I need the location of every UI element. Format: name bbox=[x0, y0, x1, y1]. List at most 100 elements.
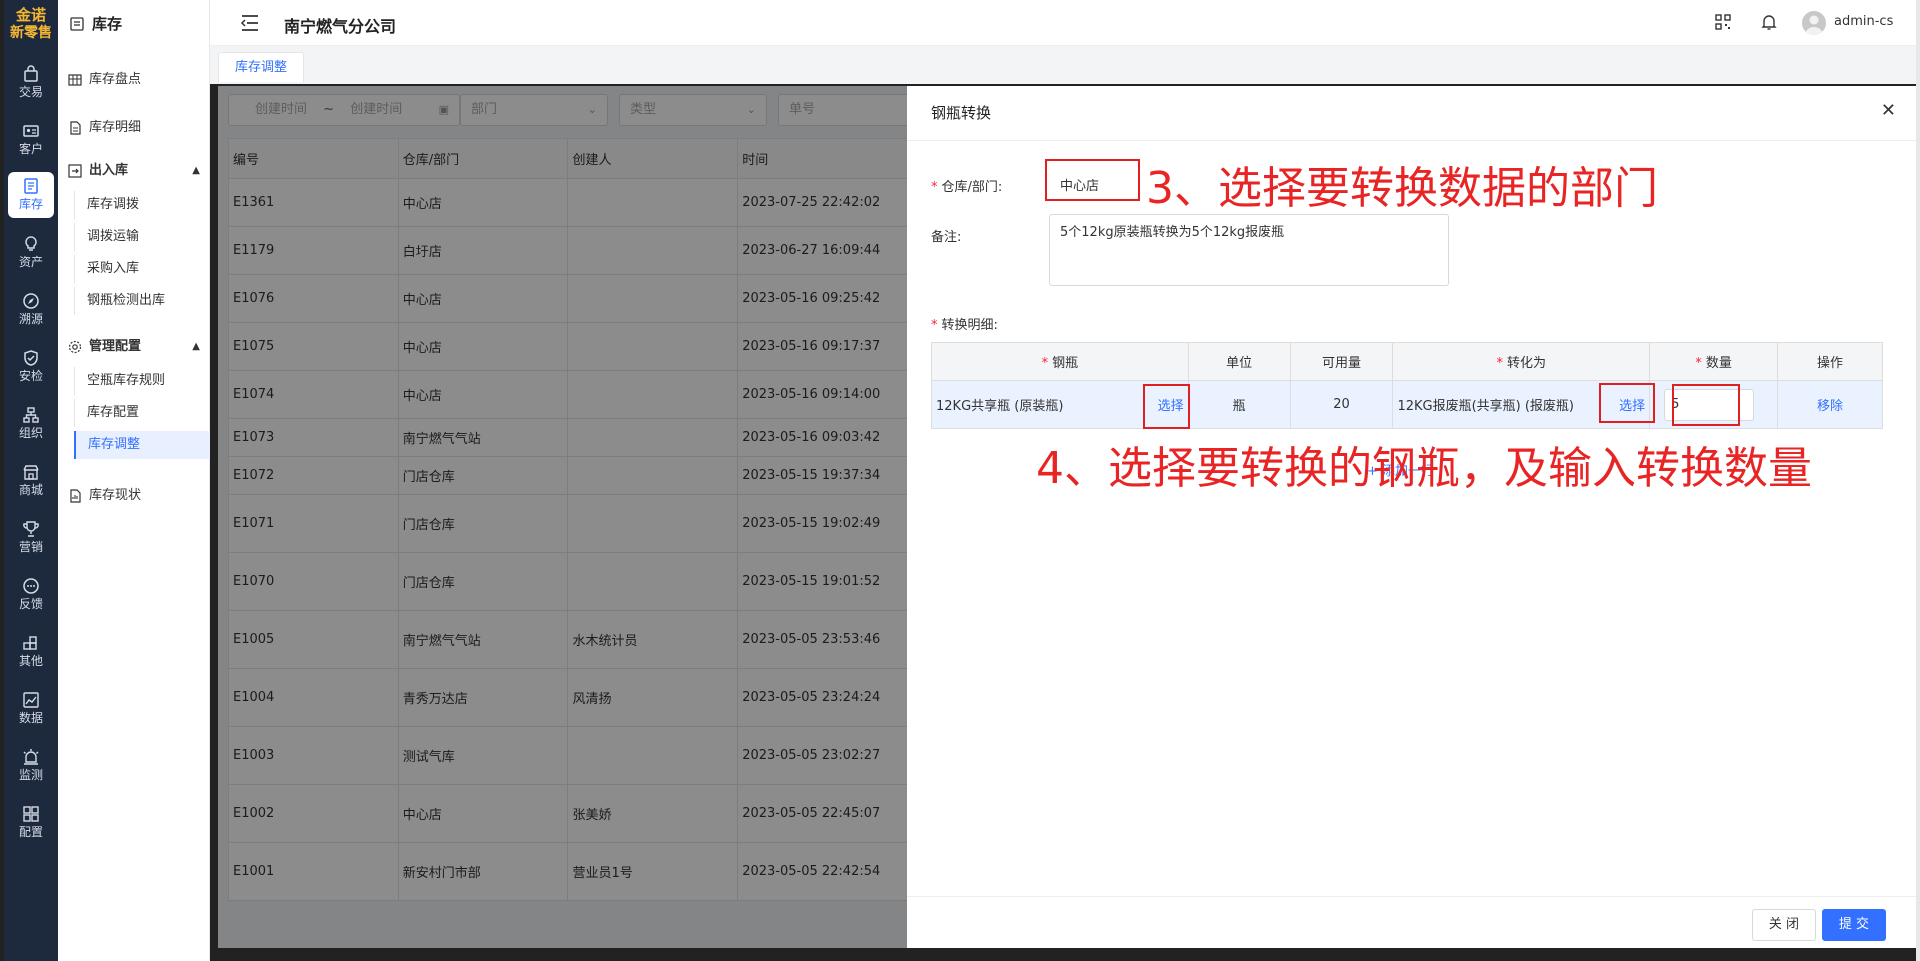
warehouse-label: * 仓库/部门: bbox=[931, 180, 1003, 195]
rail-item-safety[interactable]: 安检 bbox=[8, 344, 54, 390]
note-label: 备注: bbox=[931, 230, 962, 245]
store-icon bbox=[23, 465, 39, 480]
rail-item-data[interactable]: 数据 bbox=[8, 686, 54, 732]
rail-label: 营销 bbox=[18, 540, 43, 554]
annotation-step3: 3、选择要转换数据的部门 bbox=[1146, 163, 1658, 214]
annotation-step4: 4、选择要转换的钢瓶，及输入转换数量 bbox=[1036, 443, 1812, 494]
rail-item-org[interactable]: 组织 bbox=[8, 401, 54, 447]
remove-link[interactable]: 移除 bbox=[1817, 399, 1843, 414]
rail-item-config[interactable]: 配置 bbox=[8, 800, 54, 846]
brand-line2: 新零售 bbox=[10, 25, 52, 41]
rail-item-asset[interactable]: 资产 bbox=[8, 230, 54, 276]
icon-rail: 金诺 新零售 交易 客户 库存 资产 溯源 安检 组织 商城 营销 反馈 其他 … bbox=[4, 0, 58, 961]
subnav-item-inventory-detail[interactable]: 库存明细 bbox=[68, 114, 210, 142]
document-icon bbox=[70, 121, 81, 135]
trophy-icon bbox=[23, 521, 39, 537]
tab-stock-adjust[interactable]: 库存调整 bbox=[218, 52, 305, 82]
subnav-group-label: 出入库 bbox=[89, 163, 129, 178]
rail-label: 其他 bbox=[18, 654, 43, 668]
rail-label: 溯源 bbox=[18, 312, 43, 326]
subnav-child-inspection-out[interactable]: 钢瓶检测出库 bbox=[74, 287, 210, 315]
company-name: 南宁燃气分公司 bbox=[284, 17, 397, 36]
gear-icon bbox=[68, 340, 82, 354]
brand-logo: 金诺 新零售 bbox=[4, 6, 58, 42]
chat-icon bbox=[23, 578, 39, 594]
available-cell: 20 bbox=[1289, 380, 1394, 429]
column-header-unit: 单位 bbox=[1187, 342, 1291, 381]
subnav-child-empty-rule[interactable]: 空瓶库存规则 bbox=[74, 367, 210, 395]
subnav-item-inventory-check[interactable]: 库存盘点 bbox=[68, 66, 210, 94]
window-edge bbox=[1916, 0, 1920, 961]
blocks-icon bbox=[23, 636, 37, 650]
rail-item-other[interactable]: 其他 bbox=[8, 629, 54, 675]
avatar[interactable] bbox=[1802, 11, 1826, 35]
note-textarea[interactable]: 5个12kg原装瓶转换为5个12kg报废瓶 bbox=[1049, 214, 1449, 286]
qrcode-icon[interactable] bbox=[1714, 13, 1732, 31]
submit-button[interactable]: 提 交 bbox=[1821, 909, 1886, 941]
subnav-item-stock-status[interactable]: 库存现状 bbox=[68, 482, 210, 510]
brand-line1: 金诺 bbox=[15, 6, 46, 24]
overlay-mask[interactable] bbox=[218, 86, 907, 948]
subnav-group-config[interactable]: 管理配置 ▲ bbox=[68, 333, 210, 361]
subnav-child-stock-adjust[interactable]: 库存调整 bbox=[74, 431, 210, 459]
id-card-icon bbox=[23, 125, 39, 137]
rail-label: 监测 bbox=[18, 768, 43, 782]
rail-item-monitor[interactable]: 监测 bbox=[8, 743, 54, 789]
drawer-footer: 关 闭 提 交 bbox=[907, 896, 1916, 948]
close-button[interactable]: 关 闭 bbox=[1751, 909, 1816, 941]
user-icon bbox=[1805, 15, 1823, 35]
rail-label: 商城 bbox=[18, 483, 43, 497]
rail-item-mall[interactable]: 商城 bbox=[8, 458, 54, 504]
highlight-quantity bbox=[1672, 384, 1740, 426]
op-cell: 移除 bbox=[1777, 380, 1883, 429]
rail-item-trade[interactable]: 交易 bbox=[8, 60, 54, 106]
top-header: 南宁燃气分公司 admin-cs bbox=[210, 0, 1916, 46]
menu-fold-icon[interactable] bbox=[240, 14, 260, 32]
highlight-warehouse bbox=[1045, 159, 1140, 201]
rail-item-trace[interactable]: 溯源 bbox=[8, 287, 54, 333]
rail-label: 客户 bbox=[18, 142, 43, 156]
subnav-child-purchase-in[interactable]: 采购入库 bbox=[74, 255, 210, 283]
bulb-icon bbox=[25, 236, 37, 251]
bag-icon bbox=[24, 65, 38, 82]
highlight-select-convert bbox=[1599, 383, 1655, 423]
column-header-qty: * 数量 bbox=[1649, 342, 1779, 381]
convert-detail-table: * 钢瓶 单位 可用量 * 转化为 * 数量 操作 12KG共享瓶 (原装瓶) 选择 … bbox=[931, 342, 1883, 429]
subnav-item-label: 库存盘点 bbox=[89, 72, 142, 87]
subnav-child-transport[interactable]: 调拨运输 bbox=[74, 223, 210, 251]
divider bbox=[907, 140, 1916, 141]
close-icon[interactable]: ✕ bbox=[1881, 100, 1896, 121]
highlight-select-bottle bbox=[1143, 384, 1190, 429]
rail-item-marketing[interactable]: 营销 bbox=[8, 515, 54, 561]
inout-icon bbox=[68, 164, 82, 178]
org-icon bbox=[23, 407, 39, 423]
detail-label: * 转换明细: bbox=[931, 318, 998, 333]
list-icon bbox=[70, 16, 84, 31]
column-header-op: 操作 bbox=[1777, 342, 1883, 381]
subnav-child-transfer[interactable]: 库存调拨 bbox=[74, 191, 210, 219]
rail-item-customer[interactable]: 客户 bbox=[8, 117, 54, 163]
chevron-up-icon: ▲ bbox=[192, 341, 200, 352]
grid-icon bbox=[23, 806, 39, 822]
bottle-name: 12KG共享瓶 (原装瓶) bbox=[936, 399, 1064, 414]
chart-icon bbox=[23, 692, 39, 708]
rail-label: 配置 bbox=[18, 825, 43, 839]
subnav-item-label: 库存明细 bbox=[89, 120, 142, 135]
column-header-bottle: * 钢瓶 bbox=[931, 342, 1189, 381]
rail-item-stock[interactable]: 库存 bbox=[8, 172, 54, 218]
compass-icon bbox=[23, 293, 39, 309]
subnav-child-stock-config[interactable]: 库存配置 bbox=[74, 399, 210, 427]
subnav-title: 库存 bbox=[70, 13, 122, 34]
column-header-available: 可用量 bbox=[1289, 342, 1394, 381]
subnav-group-inout[interactable]: 出入库 ▲ bbox=[68, 157, 210, 185]
rail-item-feedback[interactable]: 反馈 bbox=[8, 572, 54, 618]
detail-header-row: * 钢瓶 单位 可用量 * 转化为 * 数量 操作 bbox=[931, 342, 1883, 381]
user-name[interactable]: admin-cs bbox=[1834, 14, 1893, 29]
column-header-convert-to: * 转化为 bbox=[1392, 342, 1651, 381]
chevron-up-icon: ▲ bbox=[192, 165, 200, 176]
table-icon bbox=[68, 74, 82, 86]
alarm-icon bbox=[23, 749, 39, 765]
rail-label: 安检 bbox=[18, 369, 43, 383]
bell-icon[interactable] bbox=[1760, 13, 1778, 31]
subnav-group-label: 管理配置 bbox=[89, 339, 142, 354]
